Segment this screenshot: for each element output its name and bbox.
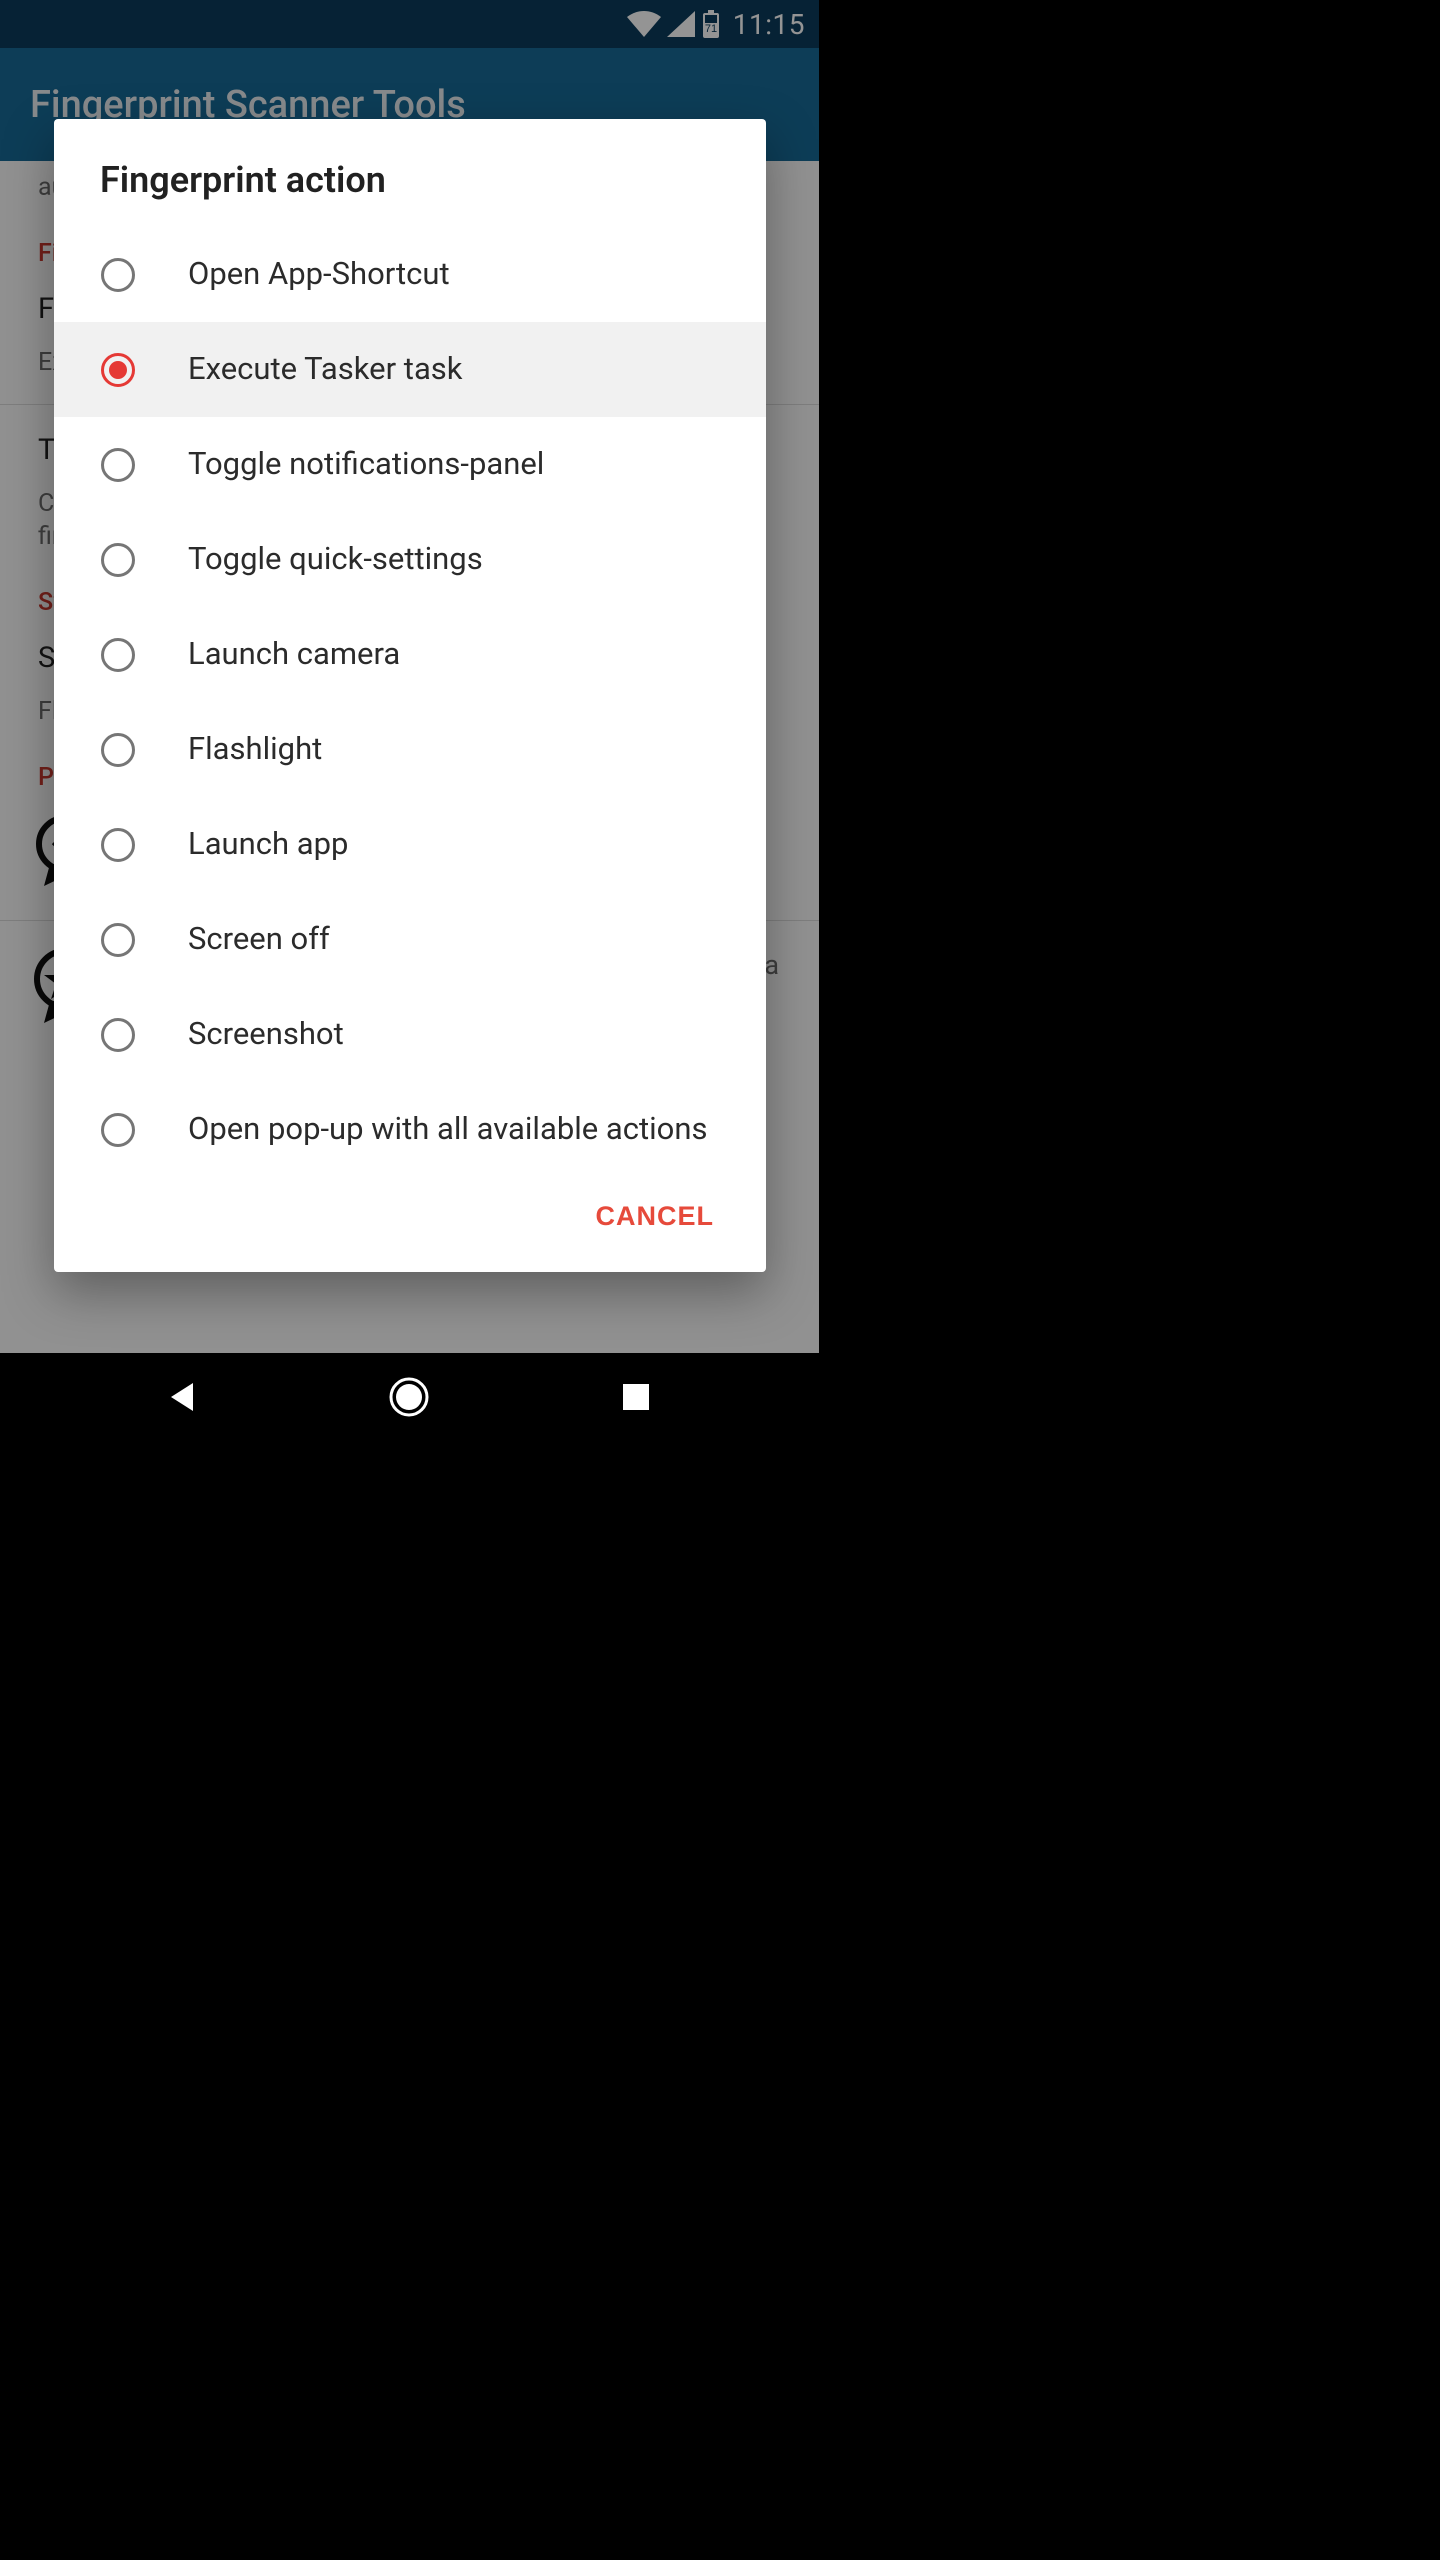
option-row[interactable]: Open App-Shortcut	[54, 227, 766, 322]
home-icon	[387, 1375, 431, 1419]
option-row[interactable]: Flashlight	[54, 702, 766, 797]
radio-unselected-icon	[100, 542, 136, 578]
radio-unselected-icon	[100, 732, 136, 768]
option-label: Toggle quick-settings	[188, 540, 730, 579]
option-row[interactable]: Execute Tasker task	[54, 322, 766, 417]
dialog-title: Fingerprint action	[54, 119, 766, 227]
option-label: Open App-Shortcut	[188, 255, 730, 294]
option-row[interactable]: Launch app	[54, 797, 766, 892]
option-label: Toggle notifications-panel	[188, 445, 730, 484]
radio-unselected-icon	[100, 922, 136, 958]
dialog-actions: Cancel	[54, 1177, 766, 1272]
option-row[interactable]: Toggle notifications-panel	[54, 417, 766, 512]
radio-unselected-icon	[100, 1017, 136, 1053]
option-label: Open pop-up with all available actions	[188, 1110, 730, 1149]
navigation-bar	[0, 1353, 819, 1440]
radio-unselected-icon	[100, 257, 136, 293]
home-button[interactable]	[349, 1375, 469, 1419]
option-label: Launch camera	[188, 635, 730, 674]
radio-unselected-icon	[100, 827, 136, 863]
fingerprint-action-dialog: Fingerprint action Open App-Shortcut Exec…	[54, 119, 766, 1272]
option-row[interactable]: Open pop-up with all available actions	[54, 1082, 766, 1177]
back-icon	[165, 1379, 201, 1415]
radio-selected-icon	[100, 352, 136, 388]
option-row[interactable]: Toggle quick-settings	[54, 512, 766, 607]
radio-unselected-icon	[100, 637, 136, 673]
option-label: Screenshot	[188, 1015, 730, 1054]
back-button[interactable]	[123, 1379, 243, 1415]
option-label: Execute Tasker task	[188, 350, 730, 389]
option-label: Launch app	[188, 825, 730, 864]
screen-root: authentication … Fingerprint Fingerprint…	[0, 0, 819, 1440]
radio-unselected-icon	[100, 1112, 136, 1148]
cancel-button[interactable]: Cancel	[580, 1189, 731, 1244]
radio-unselected-icon	[100, 447, 136, 483]
option-label: Flashlight	[188, 730, 730, 769]
option-label: Screen off	[188, 920, 730, 959]
recents-icon	[621, 1382, 651, 1412]
option-row[interactable]: Launch camera	[54, 607, 766, 702]
recents-button[interactable]	[576, 1382, 696, 1412]
dialog-options-list: Open App-Shortcut Execute Tasker task Togg…	[54, 227, 766, 1177]
option-row[interactable]: Screenshot	[54, 987, 766, 1082]
option-row[interactable]: Screen off	[54, 892, 766, 987]
